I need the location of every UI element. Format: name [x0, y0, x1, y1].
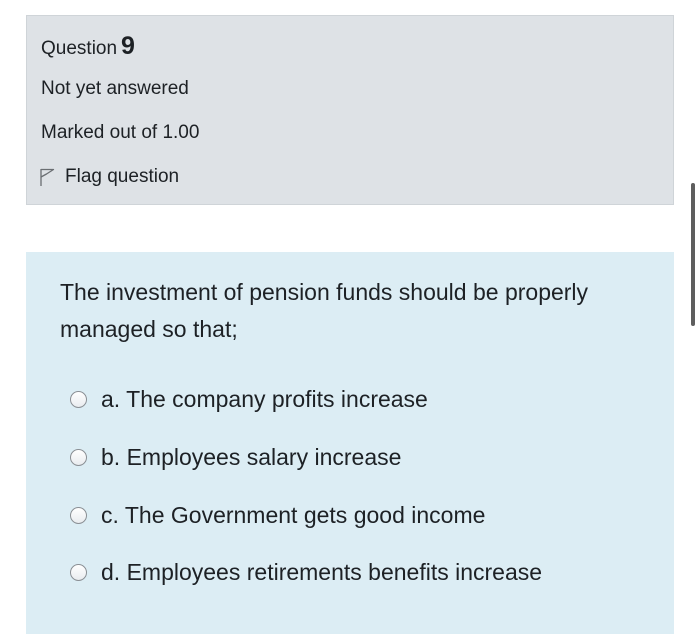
question-info-panel: Question 9 Not yet answered Marked out of…	[26, 15, 674, 205]
radio-unchecked-icon[interactable]	[70, 564, 87, 581]
question-grade: Marked out of 1.00	[41, 122, 200, 143]
answer-label[interactable]: a. The company profits increase	[101, 386, 428, 413]
answer-option-b[interactable]: b. Employees salary increase	[70, 444, 401, 471]
question-heading: Question 9	[41, 32, 135, 61]
answer-option-a[interactable]: a. The company profits increase	[70, 386, 428, 413]
radio-unchecked-icon[interactable]	[70, 507, 87, 524]
answer-option-d[interactable]: d. Employees retirements benefits increa…	[70, 559, 542, 586]
question-state: Not yet answered	[41, 78, 189, 99]
question-text: The investment of pension funds should b…	[60, 279, 589, 342]
radio-unchecked-icon[interactable]	[70, 391, 87, 408]
question-label: Question	[41, 38, 118, 59]
answer-label[interactable]: c. The Government gets good income	[101, 502, 485, 529]
answer-label[interactable]: b. Employees salary increase	[101, 444, 401, 471]
question-content-panel: The investment of pension funds should b…	[26, 252, 674, 634]
question-number: 9	[121, 32, 135, 60]
flag-question-link[interactable]: Flag question	[39, 166, 179, 188]
answer-label[interactable]: d. Employees retirements benefits increa…	[101, 559, 542, 586]
flag-icon	[39, 167, 55, 187]
scrollbar[interactable]	[691, 183, 695, 326]
flag-question-label: Flag question	[65, 166, 180, 187]
radio-unchecked-icon[interactable]	[70, 449, 87, 466]
answer-option-c[interactable]: c. The Government gets good income	[70, 502, 485, 529]
